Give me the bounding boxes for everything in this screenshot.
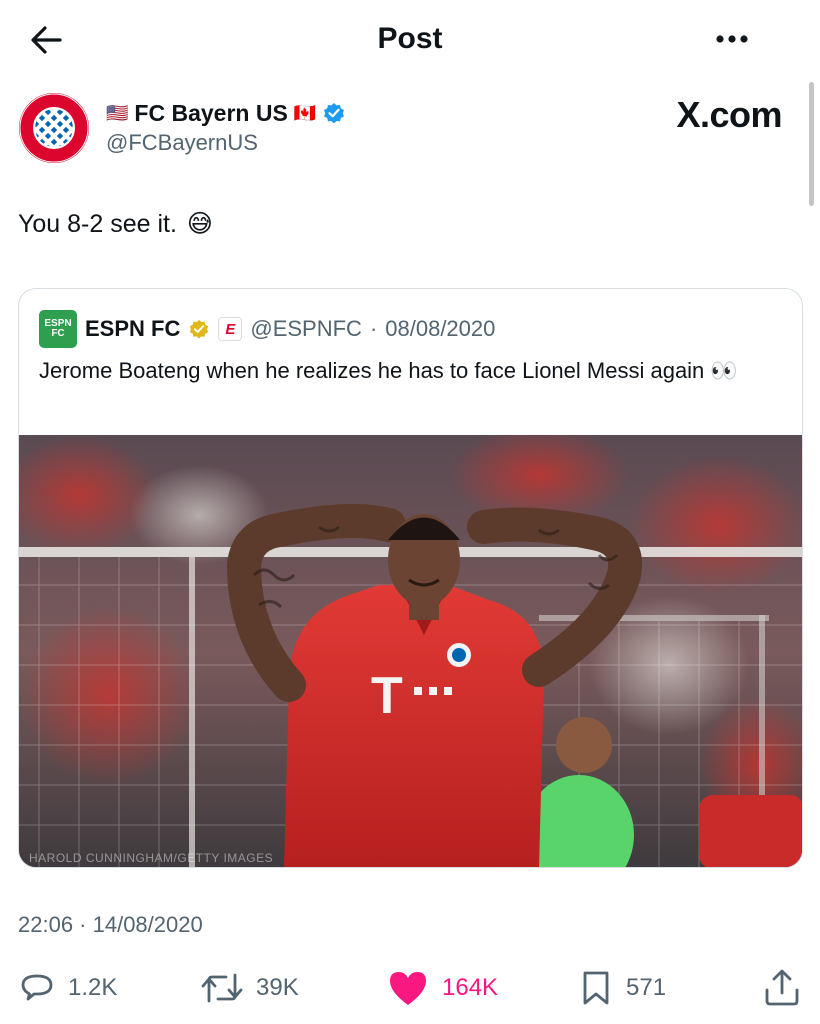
repost-count: 39K bbox=[256, 974, 299, 1001]
post-timestamp[interactable]: 22:06 · 14/08/2020 bbox=[18, 912, 203, 938]
player-photo: T bbox=[19, 425, 802, 867]
share-button[interactable] bbox=[762, 966, 802, 1010]
author-handle[interactable]: @FCBayernUS bbox=[106, 130, 258, 156]
more-icon bbox=[716, 35, 748, 43]
post-header: Post bbox=[0, 0, 820, 80]
espn-affiliate-badge: E bbox=[218, 317, 243, 341]
author-name[interactable]: FC Bayern US bbox=[134, 100, 287, 127]
verified-gold-badge-icon bbox=[190, 319, 209, 339]
quoted-post-text: Jerome Boateng when he realizes he has t… bbox=[39, 355, 779, 386]
svg-text:T: T bbox=[371, 667, 403, 725]
sweat-smile-emoji: 😅 bbox=[186, 210, 213, 238]
repost-button[interactable]: 39K bbox=[200, 966, 299, 1010]
espn-logo-line-2: FC bbox=[51, 328, 65, 339]
flag-us: 🇺🇸 bbox=[106, 102, 129, 123]
share-icon bbox=[765, 969, 799, 1006]
like-icon bbox=[390, 972, 426, 1005]
quoted-post-photo[interactable]: T HAROLD CUNNINGHAM/GETTY IMAGES bbox=[19, 425, 802, 867]
action-bar: 1.2K 39K 164K 571 bbox=[0, 966, 820, 1010]
bookmark-count: 571 bbox=[626, 974, 667, 1001]
quoted-post-header: ESPN FC ESPN FC E @ESPNFC · 08/08/2020 bbox=[39, 310, 495, 348]
author-name-row[interactable]: 🇺🇸 FC Bayern US 🇨🇦 bbox=[106, 98, 346, 128]
more-button[interactable] bbox=[712, 24, 752, 54]
reply-button[interactable]: 1.2K bbox=[18, 966, 117, 1010]
quoted-post[interactable]: ESPN FC ESPN FC E @ESPNFC · 08/08/2020 J… bbox=[18, 288, 803, 868]
page-title: Post bbox=[377, 22, 443, 55]
post-text-body: You 8-2 see it. bbox=[18, 210, 177, 238]
flag-canada: 🇨🇦 bbox=[293, 102, 317, 123]
verified-badge-icon bbox=[324, 103, 345, 124]
like-count: 164K bbox=[442, 974, 499, 1001]
bookmark-icon bbox=[583, 971, 609, 1005]
quoted-post-date[interactable]: 08/08/2020 bbox=[385, 316, 495, 342]
quoted-author-name[interactable]: ESPN FC bbox=[85, 316, 180, 342]
meta-separator: · bbox=[369, 316, 378, 341]
x-com-watermark: X.com bbox=[676, 94, 782, 135]
reply-icon bbox=[21, 974, 53, 1001]
eyes-emoji: 👀 bbox=[710, 358, 738, 383]
bookmark-button[interactable]: 571 bbox=[578, 966, 666, 1010]
photo-credit: HAROLD CUNNINGHAM/GETTY IMAGES bbox=[29, 851, 274, 865]
reply-count: 1.2K bbox=[68, 974, 118, 1001]
author-avatar[interactable] bbox=[18, 92, 90, 164]
post-text: You 8-2 see it. 😅 bbox=[18, 206, 213, 242]
espn-fc-avatar[interactable]: ESPN FC bbox=[39, 310, 77, 348]
scrollbar[interactable] bbox=[809, 82, 814, 206]
quoted-post-text-body: Jerome Boateng when he realizes he has t… bbox=[39, 358, 705, 383]
quoted-author-handle[interactable]: @ESPNFC bbox=[250, 316, 362, 342]
repost-icon bbox=[201, 973, 243, 1003]
like-button[interactable]: 164K bbox=[386, 966, 498, 1010]
